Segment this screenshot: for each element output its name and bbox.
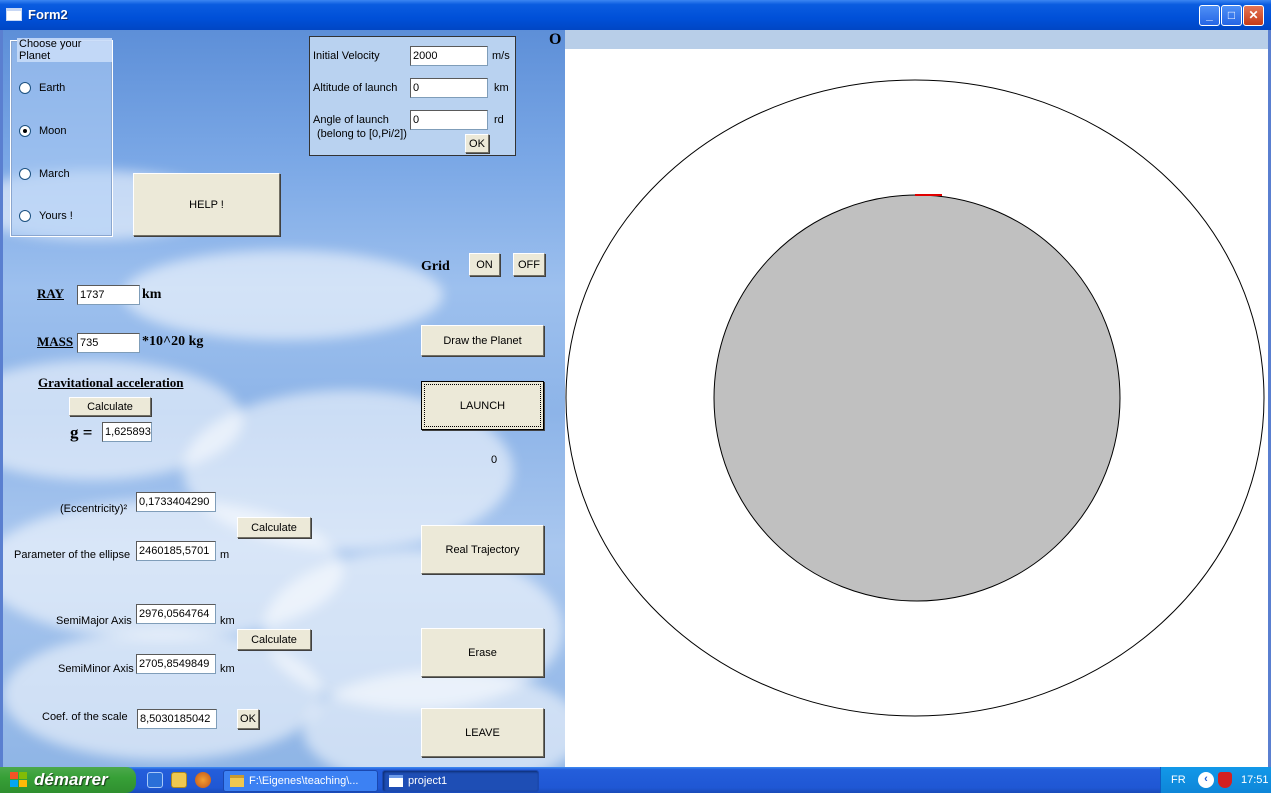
leave-button[interactable]: LEAVE (421, 708, 544, 757)
windows-logo-icon (10, 772, 28, 788)
taskbar-item-project1-label: project1 (408, 775, 448, 787)
mass-input[interactable]: 735 (77, 333, 140, 353)
launch-params-group: Initial Velocity 2000 m/s Altitude of la… (309, 36, 516, 156)
ray-unit: km (142, 287, 162, 302)
grid-off-button[interactable]: OFF (513, 253, 545, 276)
velocity-label: Initial Velocity (313, 50, 380, 62)
help-button[interactable]: HELP ! (133, 173, 280, 236)
ray-label: RAY (37, 286, 64, 301)
tray-expand-icon[interactable]: ‹ (1198, 772, 1214, 788)
mass-label: MASS (37, 334, 74, 349)
minimize-button[interactable]: _ (1199, 5, 1220, 26)
launch-counter: 0 (491, 454, 498, 466)
ellipse-param-unit: m (220, 549, 230, 561)
ellipse-param-field[interactable]: 2460185,5701 (136, 541, 216, 561)
planet-choice-group: Choose your Planet Earth Moon March Your… (10, 38, 113, 237)
velocity-unit: m/s (492, 50, 510, 62)
start-button[interactable]: démarrer (0, 767, 136, 793)
radio-moon-label: Moon (39, 125, 67, 137)
grid-label: Grid (421, 259, 450, 274)
radio-moon[interactable]: Moon (19, 125, 67, 137)
scale-ok-button[interactable]: OK (237, 709, 259, 729)
radio-moon-circle[interactable] (19, 125, 31, 137)
altitude-unit: km (494, 82, 509, 94)
angle-input[interactable]: 0 (410, 110, 488, 130)
altitude-input[interactable]: 0 (410, 78, 488, 98)
folder-quicklaunch-icon[interactable] (171, 772, 187, 788)
draw-planet-button[interactable]: Draw the Planet (421, 325, 544, 356)
form-client-area: Choose your Planet Earth Moon March Your… (3, 30, 1268, 767)
close-button[interactable]: ✕ (1243, 5, 1264, 26)
semiminor-label: SemiMinor Axis (58, 663, 134, 675)
grav-calculate-button[interactable]: Calculate (69, 397, 151, 416)
scale-label: Coef. of the scale (42, 711, 128, 723)
radio-earth-circle[interactable] (19, 82, 31, 94)
taskbar-item-explorer[interactable]: F:\Eigenes\teaching\... (223, 770, 378, 792)
ellipse-param-label: Parameter of the ellipse (14, 549, 131, 561)
maximize-button[interactable]: □ (1221, 5, 1242, 26)
radio-yours-label: Yours ! (39, 210, 73, 222)
window-app-icon (389, 775, 403, 787)
mass-unit: *10^20 kg (142, 334, 204, 349)
g-value-field[interactable]: 1,625893 (102, 422, 152, 442)
window-title: Form2 (28, 7, 68, 22)
radio-earth-label: Earth (39, 82, 66, 94)
radio-yours-circle[interactable] (19, 210, 31, 222)
axes-calculate-button[interactable]: Calculate (237, 629, 311, 650)
taskbar-item-project1[interactable]: project1 (382, 770, 539, 792)
taskbar: démarrer F:\Eigenes\teaching\... project… (0, 767, 1271, 793)
ie-quicklaunch-icon[interactable] (147, 772, 163, 788)
radio-march[interactable]: March (19, 168, 70, 180)
radio-earth[interactable]: Earth (19, 82, 65, 94)
planet-disc (713, 194, 1121, 602)
semimajor-unit: km (220, 615, 235, 627)
angle-label: Angle of launch (313, 114, 389, 126)
system-tray: FR ‹ 17:51 (1160, 767, 1271, 793)
grav-accel-label: Gravitational acceleration (38, 375, 184, 390)
real-trajectory-button[interactable]: Real Trajectory (421, 525, 544, 574)
security-shield-icon[interactable] (1218, 772, 1232, 788)
semimajor-label: SemiMajor Axis (56, 615, 132, 627)
title-bar[interactable]: Form2 _ □ ✕ (0, 0, 1271, 30)
window-icon[interactable] (6, 8, 22, 21)
firefox-quicklaunch-icon[interactable] (195, 772, 211, 788)
taskbar-item-explorer-label: F:\Eigenes\teaching\... (249, 775, 359, 787)
angle-hint: (belong to [0,Pi/2]) (317, 128, 407, 140)
origin-label: O (549, 31, 562, 48)
scale-field[interactable]: 8,5030185042 (137, 709, 217, 729)
trajectory-drawing (565, 79, 1265, 717)
language-indicator[interactable]: FR (1171, 774, 1186, 786)
semiminor-unit: km (220, 663, 235, 675)
ellipse-calculate-button[interactable]: Calculate (237, 517, 311, 538)
radio-march-label: March (39, 168, 70, 180)
erase-button[interactable]: Erase (421, 628, 544, 677)
g-label: g = (70, 423, 93, 442)
altitude-label: Altitude of launch (313, 82, 398, 94)
folder-icon (230, 775, 244, 787)
semimajor-field[interactable]: 2976,0564764 (136, 604, 216, 624)
semiminor-field[interactable]: 2705,8549849 (136, 654, 216, 674)
sky-background: Choose your Planet Earth Moon March Your… (3, 30, 565, 767)
trajectory-canvas[interactable] (565, 49, 1268, 767)
radio-march-circle[interactable] (19, 168, 31, 180)
radio-yours[interactable]: Yours ! (19, 210, 73, 222)
velocity-input[interactable]: 2000 (410, 46, 488, 66)
planet-choice-legend: Choose your Planet (17, 38, 112, 62)
grid-on-button[interactable]: ON (469, 253, 500, 276)
start-label: démarrer (34, 770, 108, 789)
eccentricity-field[interactable]: 0,1733404290 (136, 492, 216, 512)
eccentricity-label: (Eccentricity)² (60, 503, 128, 515)
ray-input[interactable]: 1737 (77, 285, 140, 305)
launch-params-ok-button[interactable]: OK (465, 134, 489, 153)
clock[interactable]: 17:51 (1241, 774, 1269, 786)
angle-unit: rd (494, 114, 504, 126)
launch-button[interactable]: LAUNCH (421, 381, 544, 430)
